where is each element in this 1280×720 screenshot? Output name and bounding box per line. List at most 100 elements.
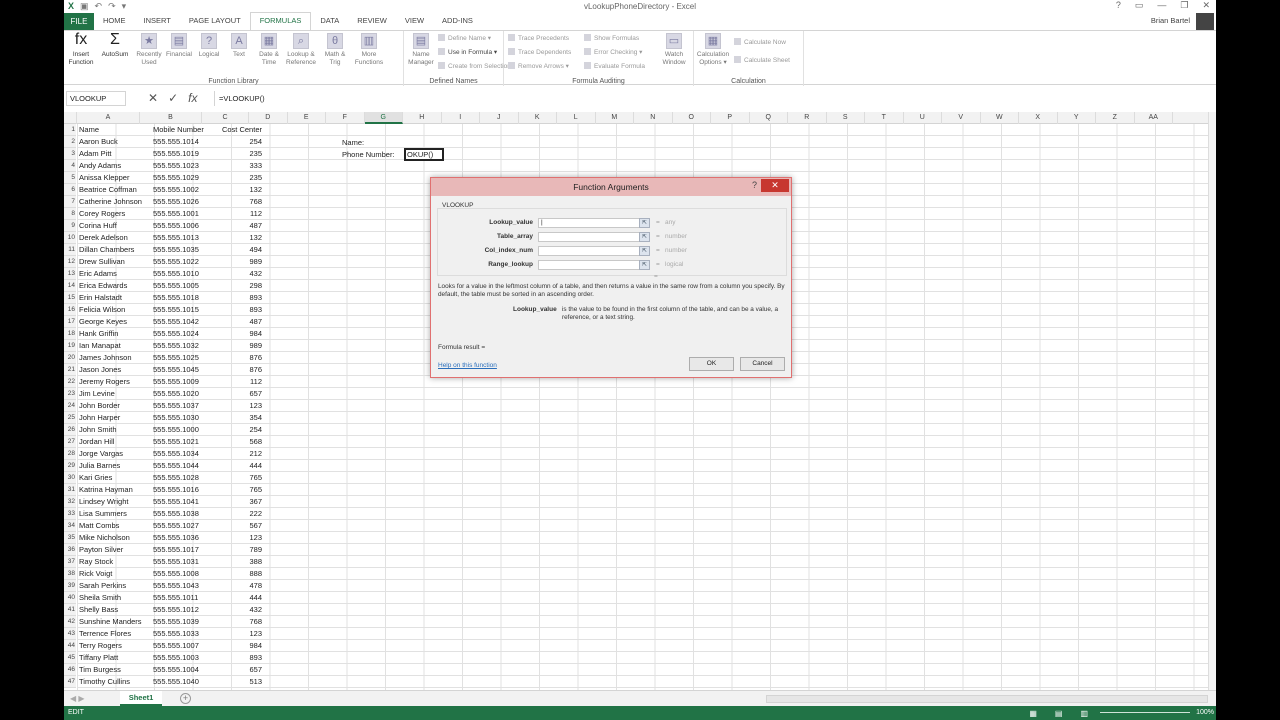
column-header-o[interactable]: O — [673, 112, 711, 124]
cell-mobile[interactable]: 555.555.1012 — [153, 604, 215, 616]
cell-mobile[interactable]: 555.555.1029 — [153, 172, 215, 184]
row-header[interactable]: 31 — [64, 484, 76, 496]
cell-cost-center[interactable]: 222 — [215, 508, 262, 520]
argument-input[interactable] — [538, 246, 640, 256]
row-header[interactable]: 9 — [64, 220, 76, 232]
name-manager-button[interactable]: ▤ Name Manager — [406, 33, 436, 67]
cell-name[interactable]: John Border — [79, 400, 151, 412]
row-header[interactable]: 41 — [64, 604, 76, 616]
cell-mobile[interactable]: 555.555.1020 — [153, 388, 215, 400]
cell-cost-center[interactable]: 333 — [215, 160, 262, 172]
column-header-h[interactable]: H — [403, 112, 442, 124]
cell-mobile[interactable]: 555.555.1041 — [153, 496, 215, 508]
column-header-d[interactable]: D — [249, 112, 288, 124]
cell-name[interactable]: Terry Rogers — [79, 640, 151, 652]
function-library-button[interactable]: Σ AutoSum — [100, 32, 130, 59]
tab-file[interactable]: FILE — [64, 13, 94, 30]
cell-name[interactable]: Beatrice Coffman — [79, 184, 151, 196]
insert-function-icon[interactable]: fx — [188, 91, 197, 106]
cell-cost-center[interactable]: 132 — [215, 232, 262, 244]
row-header[interactable]: 10 — [64, 232, 76, 244]
cell-name[interactable]: Tim Burgess — [79, 664, 151, 676]
cell-name[interactable]: Sheila Smith — [79, 592, 151, 604]
column-header-p[interactable]: P — [711, 112, 750, 124]
cell-name[interactable]: Jason Jones — [79, 364, 151, 376]
cell-mobile[interactable]: 555.555.1021 — [153, 436, 215, 448]
row-header[interactable]: 16 — [64, 304, 76, 316]
collapse-dialog-icon[interactable]: ⇱ — [639, 218, 650, 228]
row-header[interactable]: 28 — [64, 448, 76, 460]
cell-cost-center[interactable]: 254 — [215, 424, 262, 436]
cell-cost-center[interactable]: 893 — [215, 304, 262, 316]
row-header[interactable]: 13 — [64, 268, 76, 280]
row-header[interactable]: 42 — [64, 616, 76, 628]
column-header-aa[interactable]: AA — [1135, 112, 1173, 124]
cell-cost-center[interactable]: 132 — [215, 184, 262, 196]
create-from-selection-button[interactable]: Create from Selection — [438, 61, 511, 72]
cell-mobile[interactable]: 555.555.1019 — [153, 148, 215, 160]
cell-cost-center[interactable]: 112 — [215, 376, 262, 388]
tab-home[interactable]: HOME — [94, 13, 135, 30]
trace-precedents-button[interactable]: Trace Precedents — [508, 33, 569, 44]
column-header-q[interactable]: Q — [750, 112, 788, 124]
close-icon[interactable]: ✕ — [1202, 0, 1210, 11]
cell-name[interactable]: Sunshine Manders — [79, 616, 151, 628]
cell-name[interactable]: John Smith — [79, 424, 151, 436]
cell-name[interactable]: Shelly Bass — [79, 604, 151, 616]
error-checking-button[interactable]: Error Checking ▾ — [584, 47, 642, 58]
cell-mobile[interactable]: 555.555.1024 — [153, 328, 215, 340]
column-header-g[interactable]: G — [364, 112, 403, 124]
cell-cost-center[interactable]: 513 — [215, 676, 262, 688]
cell-cost-center[interactable]: 444 — [215, 460, 262, 472]
cell-name[interactable]: George Keyes — [79, 316, 151, 328]
cell-mobile[interactable]: 555.555.1030 — [153, 412, 215, 424]
cell-name[interactable]: Ray Stock — [79, 556, 151, 568]
cancel-button[interactable]: Cancel — [740, 357, 785, 371]
dialog-title-bar[interactable]: Function Arguments ? ✕ — [431, 178, 791, 196]
column-header-r[interactable]: R — [788, 112, 827, 124]
row-header[interactable]: 14 — [64, 280, 76, 292]
name-box[interactable]: VLOOKUP — [66, 91, 126, 106]
cell-mobile[interactable]: 555.555.1008 — [153, 568, 215, 580]
row-header[interactable]: 12 — [64, 256, 76, 268]
cell-cost-center[interactable]: 876 — [215, 352, 262, 364]
cell-name[interactable]: Jeremy Rogers — [79, 376, 151, 388]
define-name-button[interactable]: Define Name ▾ — [438, 33, 491, 44]
row-header[interactable]: 19 — [64, 340, 76, 352]
row-header[interactable]: 5 — [64, 172, 76, 184]
row-header[interactable]: 26 — [64, 424, 76, 436]
cell-name[interactable]: Eric Adams — [79, 268, 151, 280]
argument-input[interactable] — [538, 232, 640, 242]
cell-name[interactable]: Payton Silver — [79, 544, 151, 556]
evaluate-formula-button[interactable]: Evaluate Formula — [584, 61, 645, 72]
cell-mobile[interactable]: 555.555.1028 — [153, 472, 215, 484]
cell-cost-center[interactable]: 235 — [215, 172, 262, 184]
cell-cost-center[interactable]: 768 — [215, 616, 262, 628]
function-library-button[interactable]: ⌕ Lookup & Reference — [286, 33, 316, 67]
cell-name[interactable]: Katrina Hayman — [79, 484, 151, 496]
cell-cost-center[interactable]: 567 — [215, 520, 262, 532]
row-header[interactable]: 25 — [64, 412, 76, 424]
cell-mobile[interactable]: 555.555.1040 — [153, 676, 215, 688]
row-header[interactable]: 1 — [64, 124, 76, 136]
tab-data[interactable]: DATA — [311, 13, 348, 30]
column-header-z[interactable]: Z — [1096, 112, 1135, 124]
lookup-name-label[interactable]: Name: — [342, 138, 364, 147]
cell-name[interactable]: Mike Nicholson — [79, 532, 151, 544]
cell-name[interactable]: Dillan Chambers — [79, 244, 151, 256]
cell-mobile[interactable]: 555.555.1045 — [153, 364, 215, 376]
tab-insert[interactable]: INSERT — [135, 13, 180, 30]
tab-formulas[interactable]: FORMULAS — [249, 12, 312, 30]
cell-name[interactable]: Ian Manapat — [79, 340, 151, 352]
row-header[interactable]: 39 — [64, 580, 76, 592]
cell-mobile[interactable]: 555.555.1009 — [153, 376, 215, 388]
row-header[interactable]: 40 — [64, 592, 76, 604]
cell-cost-center[interactable]: 893 — [215, 292, 262, 304]
row-header[interactable]: 20 — [64, 352, 76, 364]
column-header-y[interactable]: Y — [1058, 112, 1096, 124]
row-header[interactable]: 27 — [64, 436, 76, 448]
cell-cost-center[interactable]: 984 — [215, 328, 262, 340]
column-header-a[interactable]: A — [77, 112, 140, 124]
cell-cost-center[interactable]: 984 — [215, 640, 262, 652]
cell-cost-center[interactable]: 298 — [215, 280, 262, 292]
